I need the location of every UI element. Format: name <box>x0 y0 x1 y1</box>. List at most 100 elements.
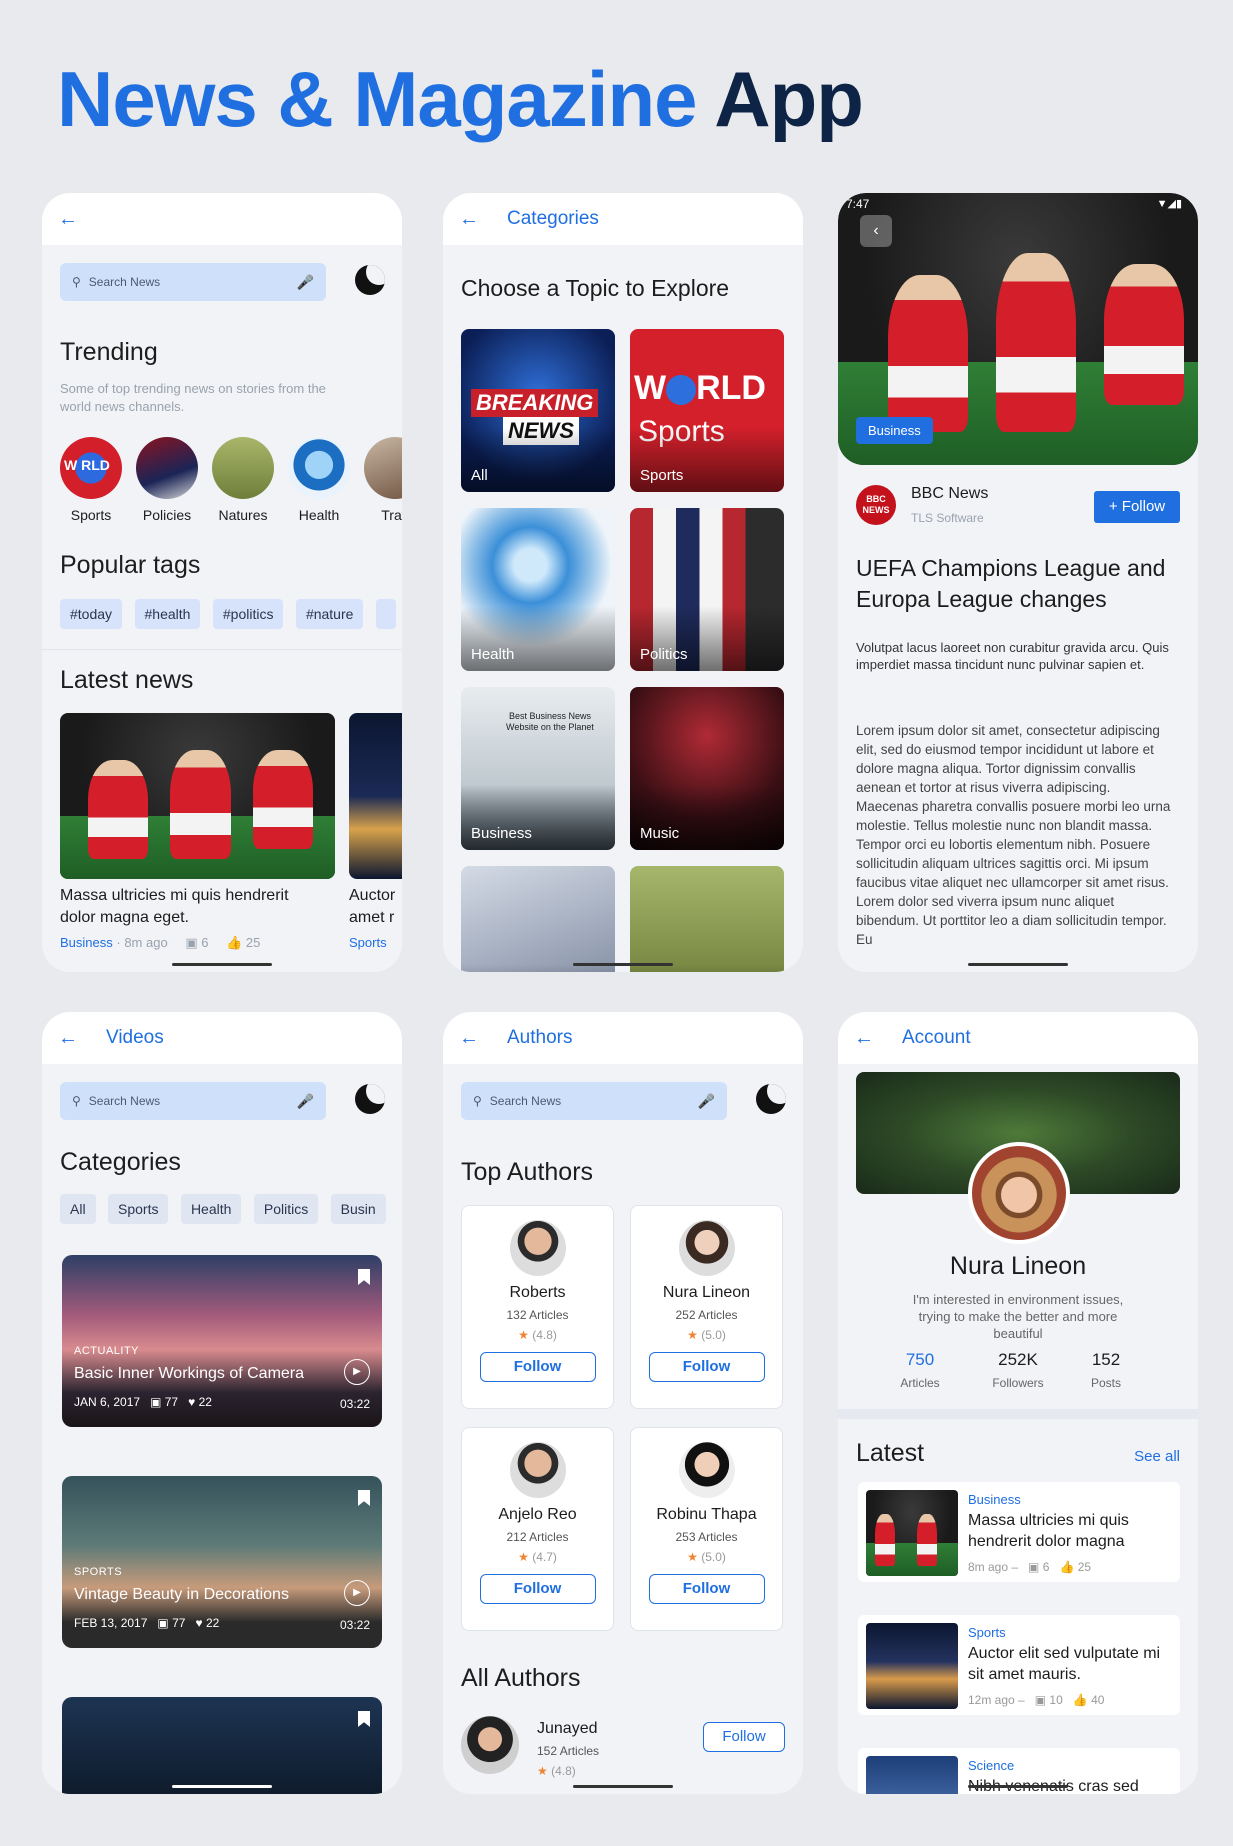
tag-chip[interactable]: #health <box>134 599 201 629</box>
news-thumb <box>866 1623 958 1709</box>
screen-authors: ← Authors ⚲ Search News 🎤 Top Authors Ro… <box>443 1012 803 1794</box>
video-card[interactable] <box>62 1697 382 1794</box>
video-card[interactable]: ACTUALITY Basic Inner Workings of Camera… <box>62 1255 382 1427</box>
comment-icon: ▣ <box>1028 1560 1040 1574</box>
news-card-meta: Business · 8m ago ▣ 6 👍 25 <box>60 935 261 950</box>
time-label: 12m ago <box>968 1693 1015 1707</box>
tile-label: Sports <box>640 467 684 484</box>
source-name[interactable]: BBC News <box>911 485 988 503</box>
stat-followers[interactable]: 252K Followers <box>978 1350 1058 1390</box>
search-input[interactable]: ⚲ Search News 🎤 <box>461 1082 727 1120</box>
search-input[interactable]: ⚲ Search News 🎤 <box>60 1082 326 1120</box>
back-arrow-icon[interactable]: ← <box>58 1027 78 1050</box>
filter-chip[interactable]: Sports <box>108 1194 169 1224</box>
comment-count: 77 <box>164 1395 179 1409</box>
category-badge[interactable]: Business <box>856 417 933 444</box>
category-tile-health[interactable]: Health <box>461 508 615 671</box>
author-name: Roberts <box>509 1284 566 1301</box>
tag-chip[interactable] <box>375 599 396 629</box>
category-tile-nature[interactable] <box>630 866 784 972</box>
category-label[interactable]: Business <box>60 935 113 950</box>
see-all-link[interactable]: See all <box>1134 1448 1180 1465</box>
page-title: News & Magazine App <box>57 54 864 145</box>
tile-label: Politics <box>640 646 688 663</box>
trending-label: Sports <box>70 507 112 523</box>
follow-button[interactable]: Follow <box>648 1352 765 1382</box>
home-indicator <box>968 1785 1068 1788</box>
back-arrow-icon[interactable]: ← <box>459 208 479 231</box>
mic-icon[interactable]: 🎤 <box>297 1093 314 1110</box>
profile-avatar[interactable] <box>968 1142 1070 1244</box>
profile-bio: I'm interested in environment issues, tr… <box>912 1292 1124 1341</box>
news-row[interactable]: Business Massa ultricies mi quis hendrer… <box>858 1482 1180 1582</box>
bookmark-icon[interactable] <box>358 1490 370 1506</box>
bookmark-icon[interactable] <box>358 1711 370 1727</box>
business-caption: Best Business News Website on the Planet <box>506 711 594 732</box>
mic-icon[interactable]: 🎤 <box>297 274 314 291</box>
author-card[interactable]: Roberts 132 Articles ★ (4.8) Follow <box>461 1205 614 1409</box>
follow-button[interactable]: Follow <box>479 1574 596 1604</box>
author-card[interactable]: Robinu Thapa 253 Articles ★ (5.0) Follow <box>630 1427 783 1631</box>
video-meta: JAN 6, 2017 ▣ 77 ♥ 22 <box>74 1395 212 1409</box>
sports-text: Sports <box>638 415 725 448</box>
stat-label: Followers <box>992 1376 1044 1390</box>
chip-list: All Sports Health Politics Busin <box>60 1194 394 1224</box>
comment-count: 10 <box>1049 1693 1063 1707</box>
search-input[interactable]: ⚲ Search News 🎤 <box>60 263 326 301</box>
tag-chip[interactable]: #today <box>60 599 123 629</box>
trending-item[interactable]: W RLD Sports <box>60 437 122 523</box>
follow-button[interactable]: + Follow <box>1094 491 1180 523</box>
trending-thumb <box>136 437 198 499</box>
follow-button[interactable]: Follow <box>648 1574 765 1604</box>
trending-item[interactable]: Health <box>288 437 350 523</box>
news-card-image-2[interactable] <box>349 713 402 879</box>
play-icon[interactable]: ▶ <box>344 1580 370 1606</box>
bookmark-icon[interactable] <box>358 1269 370 1285</box>
news-category[interactable]: Science <box>968 1758 1014 1773</box>
tag-chip[interactable]: #politics <box>212 599 284 629</box>
news-card-title[interactable]: Massa ultricies mi quis hendrerit dolor … <box>60 885 320 929</box>
play-icon[interactable]: ▶ <box>344 1359 370 1385</box>
trending-item[interactable]: Natures <box>212 437 274 523</box>
category-tile-business[interactable]: Best Business News Website on the Planet… <box>461 687 615 850</box>
category-label-2[interactable]: Sports <box>349 935 387 950</box>
back-arrow-icon[interactable]: ← <box>854 1027 874 1050</box>
news-category[interactable]: Business <box>968 1492 1021 1507</box>
dark-mode-icon[interactable] <box>355 265 385 295</box>
author-card[interactable]: Anjelo Reo 212 Articles ★ (4.7) Follow <box>461 1427 614 1631</box>
trending-item[interactable]: Policies <box>136 437 198 523</box>
filter-chip[interactable]: Busin <box>330 1194 386 1224</box>
author-row[interactable]: Junayed 152 Articles ★ (4.8) Follow <box>461 1716 791 1782</box>
filter-chip[interactable]: Politics <box>253 1194 319 1224</box>
follow-button[interactable]: Follow <box>703 1722 785 1752</box>
news-title: Auctor elit sed vulputate mi sit amet ma… <box>968 1645 1161 1683</box>
stat-articles[interactable]: 750 Articles <box>890 1350 950 1390</box>
category-tile-sports[interactable]: W RLD Sports Sports <box>630 329 784 492</box>
trending-item[interactable]: Trav <box>364 437 402 523</box>
category-tile-music[interactable]: Music <box>630 687 784 850</box>
news-card-title-2[interactable]: Auctor amet r <box>349 885 399 929</box>
dark-mode-icon[interactable] <box>756 1084 786 1114</box>
author-rating: (5.0) <box>701 1328 726 1342</box>
category-tile-chart[interactable] <box>461 866 615 972</box>
dark-mode-icon[interactable] <box>355 1084 385 1114</box>
comment-icon: ▣ <box>150 1395 162 1409</box>
video-card[interactable]: SPORTS Vintage Beauty in Decorations FEB… <box>62 1476 382 1648</box>
follow-button[interactable]: Follow <box>479 1352 596 1382</box>
category-tile-all[interactable]: BREAKING NEWS All <box>461 329 615 492</box>
filter-chip[interactable]: Health <box>180 1194 242 1224</box>
filter-chip[interactable]: All <box>60 1194 96 1224</box>
category-tile-politics[interactable]: Politics <box>630 508 784 671</box>
news-row[interactable]: Sports Auctor elit sed vulputate mi sit … <box>858 1615 1180 1715</box>
trending-title: Trending <box>60 338 158 366</box>
news-category[interactable]: Sports <box>968 1625 1006 1640</box>
mic-icon[interactable]: 🎤 <box>698 1093 715 1110</box>
back-arrow-icon[interactable]: ← <box>58 208 78 231</box>
tag-chip[interactable]: #nature <box>295 599 364 629</box>
back-arrow-icon[interactable]: ← <box>459 1027 479 1050</box>
back-button[interactable]: ‹ <box>860 215 892 247</box>
author-card[interactable]: Nura Lineon 252 Articles ★ (5.0) Follow <box>630 1205 783 1409</box>
news-card-image[interactable] <box>60 713 335 879</box>
divider <box>838 1409 1198 1419</box>
stat-posts[interactable]: 152 Posts <box>1076 1350 1136 1390</box>
